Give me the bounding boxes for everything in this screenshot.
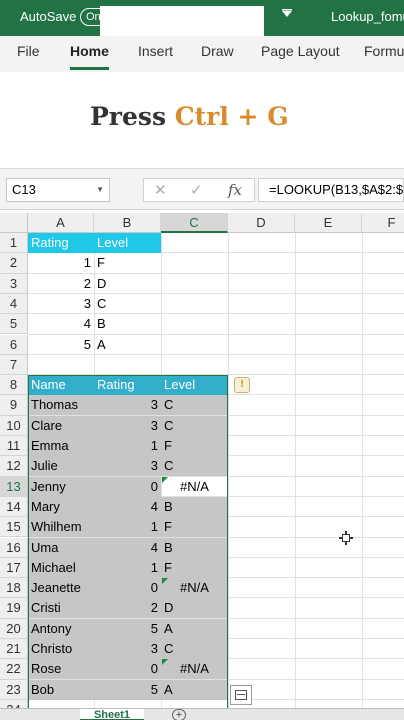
row-header[interactable]: 18 [0, 578, 28, 599]
lookup-level-cell[interactable]: B [94, 314, 161, 334]
row-header[interactable]: 20 [0, 618, 28, 639]
row-header[interactable]: 2 [0, 253, 28, 274]
selection-range-outline [28, 375, 228, 708]
ribbon-tabs: File Home Insert Draw Page Layout Formu [0, 36, 404, 72]
caption-prefix: Press [90, 102, 175, 131]
gridline [362, 233, 363, 708]
lookup-rating-cell[interactable]: 4 [28, 314, 94, 334]
quick-analysis-icon[interactable] [230, 685, 252, 705]
worksheet-grid[interactable]: A B C D E F 1 2 3 4 5 6 7 8 9 10 11 12 13 14 15 16 17 18 1… [0, 213, 404, 708]
row-header[interactable]: 19 [0, 598, 28, 619]
cell-cursor-icon [339, 531, 353, 545]
formula-bar: C13 ▼ ✕ ✓ fx =LOOKUP(B13,$A$2:$ [0, 168, 404, 210]
caption-text: Press Ctrl + G [90, 102, 289, 131]
caption-keys: Ctrl + G [174, 102, 289, 131]
row-header[interactable]: 22 [0, 659, 28, 680]
row-header[interactable]: 8 [0, 375, 28, 396]
lookup-header-rating[interactable]: Rating [28, 233, 94, 253]
column-header-a[interactable]: A [28, 213, 94, 233]
row-header[interactable]: 16 [0, 537, 28, 558]
lookup-rating-cell[interactable]: 5 [28, 335, 94, 355]
row-header[interactable]: 10 [0, 415, 28, 436]
row-header[interactable]: 13 [0, 476, 28, 497]
select-all-corner[interactable] [0, 213, 28, 233]
name-box-value: C13 [12, 182, 36, 197]
row-header[interactable]: 7 [0, 354, 28, 376]
row-header[interactable]: 17 [0, 557, 28, 579]
name-box[interactable]: C13 ▼ [6, 178, 110, 202]
sheet-tab-bar: Sheet1 + [0, 708, 404, 720]
tab-home[interactable]: Home [70, 43, 109, 59]
caption-banner: Press Ctrl + G [0, 72, 404, 168]
name-box-dropdown-icon[interactable]: ▼ [96, 179, 104, 201]
tab-file[interactable]: File [17, 43, 40, 59]
cancel-icon[interactable]: ✕ [154, 181, 167, 199]
row-header[interactable]: 1 [0, 233, 28, 254]
formula-input[interactable]: =LOOKUP(B13,$A$2:$ [258, 178, 404, 202]
enter-check-icon[interactable]: ✓ [190, 181, 203, 199]
formula-controls: ✕ ✓ fx [143, 178, 255, 202]
gridline [228, 233, 229, 708]
row-header[interactable]: 3 [0, 273, 28, 294]
title-bar: AutoSave On Lookup_fomu [0, 0, 404, 36]
row-header[interactable]: 23 [0, 679, 28, 700]
plus-circle-icon[interactable]: + [172, 709, 186, 720]
column-header-e[interactable]: E [295, 213, 362, 233]
lookup-level-cell[interactable]: A [94, 335, 161, 355]
row-header[interactable]: 9 [0, 395, 28, 416]
title-overlay [100, 6, 264, 36]
row-header[interactable]: 14 [0, 496, 28, 518]
sheet-tab-sheet1[interactable]: Sheet1 [80, 709, 144, 720]
column-header-d[interactable]: D [228, 213, 295, 233]
lookup-header-level[interactable]: Level [94, 233, 161, 253]
row-header[interactable]: 15 [0, 517, 28, 538]
row-header[interactable]: 11 [0, 436, 28, 457]
tab-insert[interactable]: Insert [138, 43, 173, 59]
column-header-f[interactable]: F [362, 213, 404, 233]
exclamation-warning-icon[interactable]: ! [234, 377, 250, 393]
row-header[interactable]: 12 [0, 456, 28, 477]
lookup-level-cell[interactable]: C [94, 294, 161, 314]
dropdown-chevron-icon[interactable] [282, 8, 292, 22]
row-header[interactable]: 24 [0, 699, 28, 708]
column-header-b[interactable]: B [94, 213, 161, 233]
lookup-level-cell[interactable]: D [94, 274, 161, 294]
file-name: Lookup_fomu [331, 9, 404, 24]
insert-function-icon[interactable]: fx [228, 181, 242, 199]
gridline [295, 233, 296, 708]
row-header[interactable]: 6 [0, 334, 28, 355]
tab-page-layout[interactable]: Page Layout [261, 43, 340, 59]
lookup-level-cell[interactable]: F [94, 253, 161, 273]
lookup-rating-cell[interactable]: 3 [28, 294, 94, 314]
column-header-c[interactable]: C [161, 213, 228, 233]
row-header[interactable]: 4 [0, 293, 28, 315]
lookup-rating-cell[interactable]: 2 [28, 274, 94, 294]
row-header[interactable]: 21 [0, 639, 28, 660]
autosave-label: AutoSave [20, 9, 77, 24]
tab-draw[interactable]: Draw [201, 43, 234, 59]
row-header[interactable]: 5 [0, 314, 28, 335]
tab-formulas[interactable]: Formu [364, 43, 404, 59]
active-tab-indicator [70, 67, 109, 70]
lookup-rating-cell[interactable]: 1 [28, 253, 94, 273]
